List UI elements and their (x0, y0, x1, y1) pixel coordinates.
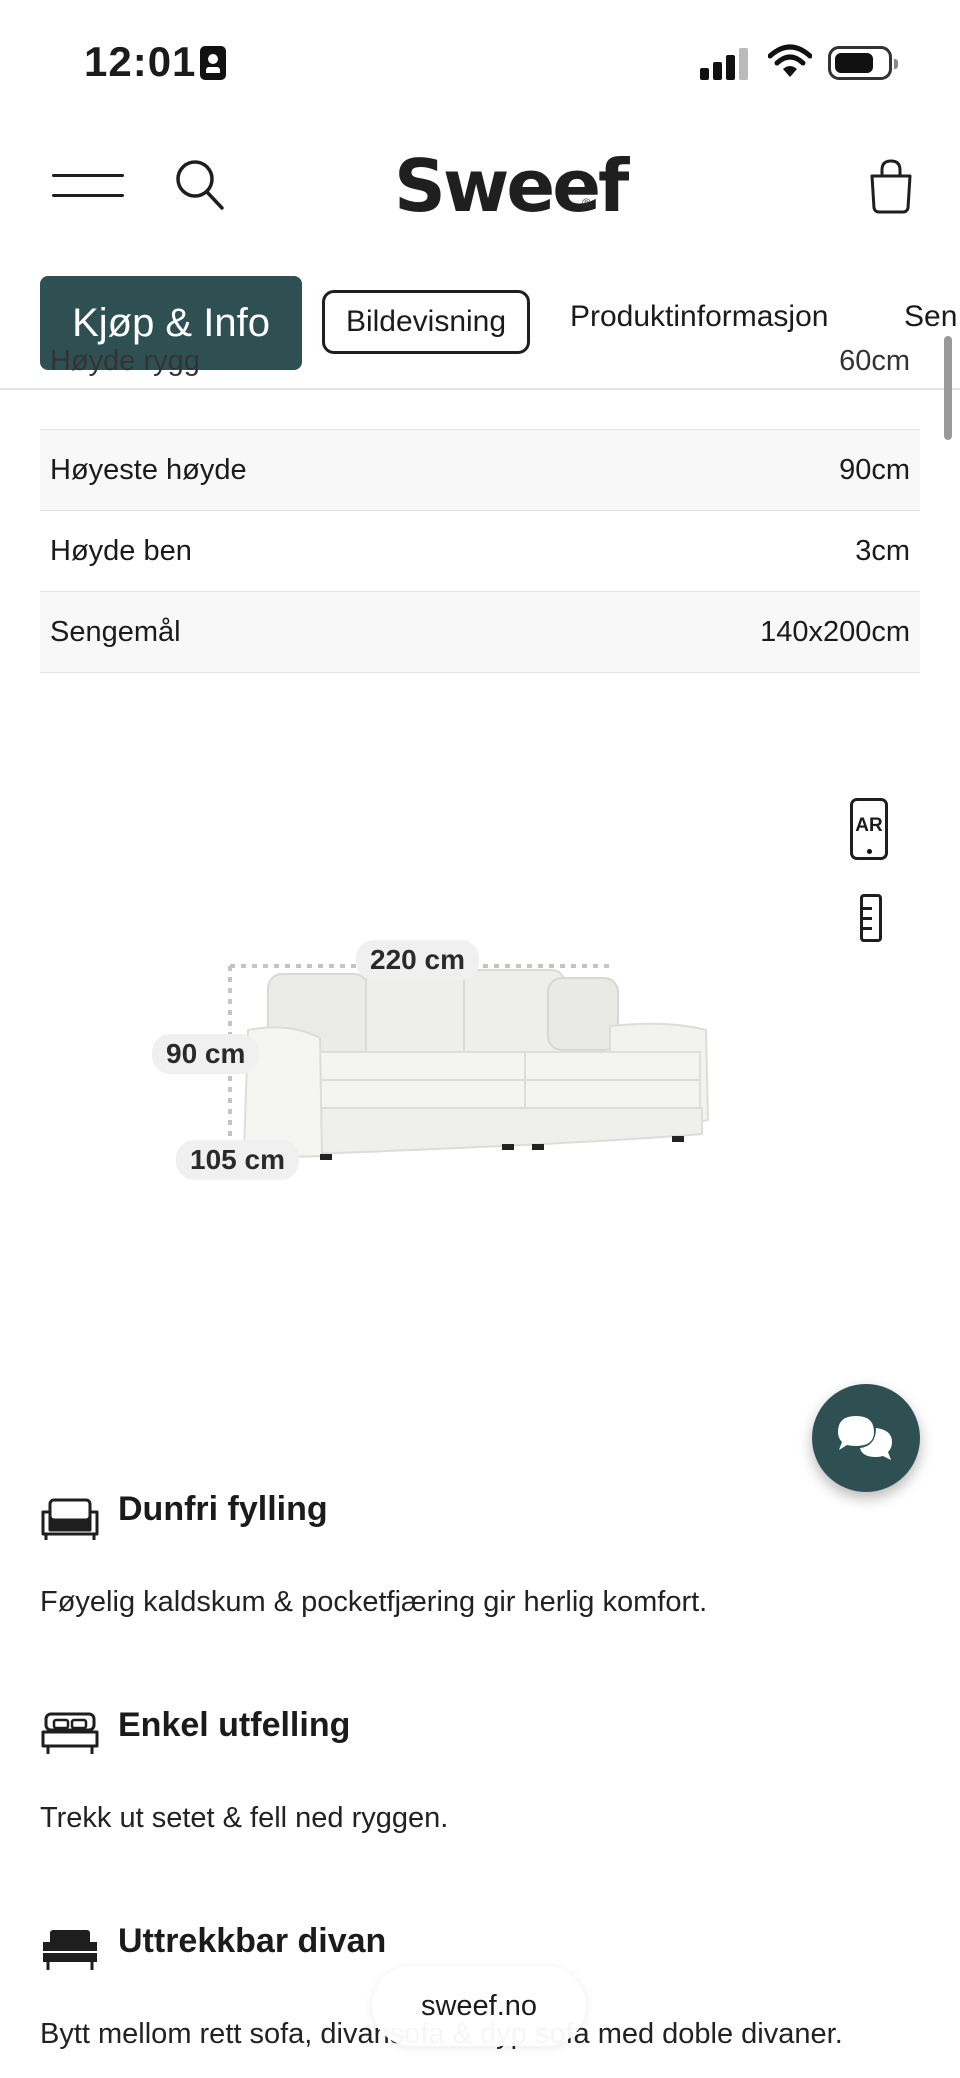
spec-value: 90cm (839, 454, 910, 486)
feature-title: Enkel utfelling (118, 1706, 351, 1744)
chat-button[interactable] (812, 1384, 920, 1492)
spec-key: Høyde ben (50, 535, 192, 567)
spec-key: Sengemål (50, 616, 181, 648)
cellular-signal-icon (700, 48, 750, 80)
specs-table: Høyde rygg 60cm Høyeste høyde 90cm Høyde… (40, 345, 920, 673)
id-card-icon (200, 46, 226, 80)
chat-bubbles-icon (838, 1416, 892, 1460)
sofa-bed-icon (41, 1712, 99, 1754)
site-header: Sweef ® (0, 130, 960, 240)
battery-icon (828, 46, 898, 80)
hamburger-menu-icon[interactable] (52, 170, 124, 202)
spec-value: 60cm (839, 345, 910, 377)
feature-title: Uttrekkbar divan (118, 1922, 387, 1960)
shopping-bag-icon[interactable] (868, 158, 914, 214)
product-viewer[interactable]: AR 220 cm 90 cm 105 cm (0, 680, 960, 1280)
page-scrollbar[interactable] (944, 336, 952, 440)
ar-label: AR (855, 815, 883, 836)
table-row: Høyde rygg 60cm (40, 345, 920, 430)
wifi-icon (768, 44, 812, 77)
feature-text: Føyelig kaldskum & pocketfjæring gir her… (40, 1586, 708, 1618)
spec-key: Høyde rygg (50, 345, 200, 377)
registered-mark: ® (582, 196, 591, 210)
divan-icon (43, 1930, 97, 1970)
ruler-icon[interactable] (860, 894, 882, 942)
status-bar: 12:01 (0, 0, 960, 120)
site-logo[interactable]: Sweef (394, 144, 629, 228)
spec-value: 140x200cm (760, 616, 910, 648)
ar-phone-icon[interactable]: AR (850, 798, 888, 860)
browser-url-bar[interactable]: sweef.no (372, 1966, 586, 2046)
depth-dimension-label: 105 cm (176, 1140, 299, 1180)
search-icon[interactable] (174, 158, 226, 212)
table-row: Høyeste høyde 90cm (40, 430, 920, 511)
status-time: 12:01 (84, 38, 197, 85)
spec-value: 3cm (855, 535, 910, 567)
tab-produktinformasjon[interactable]: Produktinformasjon (570, 300, 828, 334)
sofa-icon (41, 1498, 99, 1540)
width-dimension-label: 220 cm (356, 940, 479, 980)
height-dimension-label: 90 cm (152, 1034, 260, 1074)
tab-seng[interactable]: Sen (904, 300, 957, 334)
table-row: Sengemål 140x200cm (40, 592, 920, 673)
spec-key: Høyeste høyde (50, 454, 247, 486)
feature-text: Trekk ut setet & fell ned ryggen. (40, 1802, 449, 1834)
feature-title: Dunfri fylling (118, 1490, 328, 1528)
table-row: Høyde ben 3cm (40, 511, 920, 592)
tab-bildevisning[interactable]: Bildevisning (322, 290, 530, 354)
